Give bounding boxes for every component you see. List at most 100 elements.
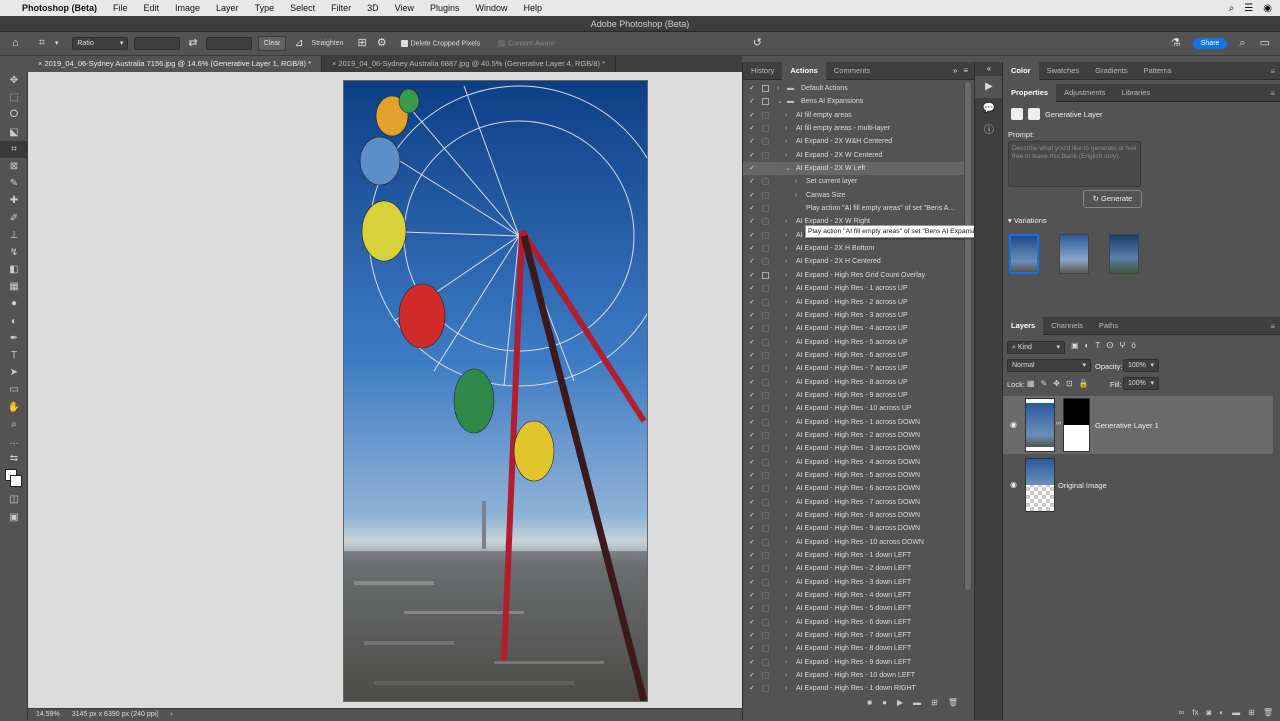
- dialog-toggle-icon[interactable]: [762, 351, 769, 359]
- action-row[interactable]: ✓ › AI Expand - High Res - 7 down LEFT: [743, 629, 965, 642]
- chevron-right-icon[interactable]: ›: [785, 389, 787, 402]
- menu-view[interactable]: View: [387, 3, 422, 13]
- menu-window[interactable]: Window: [468, 3, 516, 13]
- check-icon[interactable]: ✓: [749, 562, 755, 575]
- chevron-right-icon[interactable]: ›: [785, 242, 787, 255]
- check-icon[interactable]: ✓: [749, 322, 755, 335]
- crop-tool-icon[interactable]: ⌗: [37, 38, 47, 49]
- reset-icon[interactable]: ↺: [751, 38, 764, 49]
- type-tool-icon[interactable]: T: [0, 347, 28, 364]
- action-row[interactable]: ✓ › AI Expand - High Res - 6 across DOWN: [743, 482, 965, 495]
- check-icon[interactable]: ✓: [749, 255, 755, 268]
- check-icon[interactable]: ✓: [749, 95, 755, 108]
- chevron-right-icon[interactable]: ›: [785, 549, 787, 562]
- workspace-icon[interactable]: ▭: [1258, 38, 1272, 49]
- layer-name[interactable]: Original Image: [1058, 481, 1107, 490]
- zoom-readout[interactable]: 14.59%: [36, 709, 60, 720]
- actions-scrollbar[interactable]: [964, 82, 972, 590]
- link-icon[interactable]: ∞: [1056, 420, 1061, 427]
- chevron-right-icon[interactable]: ›: [795, 175, 797, 188]
- new-layer-icon[interactable]: ⊞: [1248, 708, 1255, 717]
- dialog-toggle-icon[interactable]: [762, 578, 769, 586]
- new-action-icon[interactable]: ⊞: [931, 698, 938, 707]
- check-icon[interactable]: ✓: [749, 162, 755, 175]
- chevron-right-icon[interactable]: ›: [785, 309, 787, 322]
- action-row[interactable]: ✓ › AI Expand - High Res - 3 down LEFT: [743, 576, 965, 589]
- dialog-toggle-icon[interactable]: [762, 605, 769, 613]
- dialog-toggle-icon[interactable]: [762, 165, 769, 173]
- opacity-field[interactable]: 100% ▾: [1123, 359, 1159, 372]
- eye-icon[interactable]: ◉: [1010, 420, 1017, 429]
- action-row[interactable]: ✓ › AI Expand - 2X W Centered: [743, 149, 965, 162]
- chevron-right-icon[interactable]: ›: [785, 482, 787, 495]
- chevron-right-icon[interactable]: ›: [785, 135, 787, 148]
- straighten-icon[interactable]: ⊿: [292, 38, 305, 49]
- action-row[interactable]: ✓ › AI Expand - High Res - 3 across DOWN: [743, 442, 965, 455]
- check-icon[interactable]: ✓: [749, 629, 755, 642]
- layer-filter-select[interactable]: ⌕ Kind ▾: [1007, 341, 1065, 354]
- chevron-right-icon[interactable]: ›: [785, 362, 787, 375]
- menu-select[interactable]: Select: [282, 3, 323, 13]
- blend-mode-select[interactable]: Normal ▾: [1007, 359, 1091, 372]
- fx-icon[interactable]: fx: [1192, 708, 1198, 717]
- eraser-tool-icon[interactable]: ◧: [0, 261, 28, 278]
- menu-layer[interactable]: Layer: [208, 3, 247, 13]
- app-menu[interactable]: Photoshop (Beta): [16, 3, 105, 13]
- menu-edit[interactable]: Edit: [136, 3, 168, 13]
- check-icon[interactable]: ✓: [749, 496, 755, 509]
- dialog-toggle-icon[interactable]: [762, 178, 769, 186]
- adjustment-layer-icon[interactable]: ◐: [1219, 708, 1224, 717]
- chevron-right-icon[interactable]: ›: [785, 602, 787, 615]
- tab-history[interactable]: History: [743, 62, 782, 80]
- rectangle-tool-icon[interactable]: ▭: [0, 381, 28, 398]
- actions-play-icon[interactable]: ▶: [975, 76, 1003, 98]
- zoom-tool-icon[interactable]: ⌕: [0, 416, 28, 433]
- dialog-toggle-icon[interactable]: [762, 311, 769, 319]
- action-row[interactable]: ✓ › AI Expand - High Res - 5 across UP: [743, 336, 965, 349]
- background-color-swatch[interactable]: [10, 475, 22, 488]
- dialog-toggle-icon[interactable]: [762, 431, 769, 439]
- chevron-right-icon[interactable]: ›: [171, 709, 173, 720]
- link-layers-icon[interactable]: ∞: [1179, 708, 1185, 717]
- tab-gradients[interactable]: Gradients: [1087, 62, 1136, 80]
- tab-swatches[interactable]: Swatches: [1039, 62, 1088, 80]
- action-row[interactable]: ✓ › AI Expand - High Res Grid Count Overla…: [743, 269, 965, 282]
- action-row[interactable]: ✓ › AI Expand - High Res - 5 down LEFT: [743, 602, 965, 615]
- dialog-toggle-icon[interactable]: [762, 391, 769, 399]
- quick-mask-icon[interactable]: ◫: [0, 491, 28, 508]
- gradient-tool-icon[interactable]: ▦: [0, 278, 28, 295]
- check-icon[interactable]: ✓: [749, 82, 755, 95]
- action-row[interactable]: ✓ › AI Expand - High Res - 9 down LEFT: [743, 656, 965, 669]
- check-icon[interactable]: ✓: [749, 442, 755, 455]
- check-icon[interactable]: ✓: [749, 349, 755, 362]
- panel-menu-icon[interactable]: ≡: [1270, 67, 1275, 76]
- action-row[interactable]: ✓ › AI Expand - High Res - 8 across DOWN: [743, 509, 965, 522]
- dialog-toggle-icon[interactable]: [762, 672, 769, 680]
- check-icon[interactable]: ✓: [749, 669, 755, 682]
- dialog-toggle-icon[interactable]: [762, 218, 769, 226]
- action-row[interactable]: ✓ › AI Expand - 2X W&H Centered: [743, 135, 965, 148]
- layer-name[interactable]: Generative Layer 1: [1095, 421, 1159, 430]
- action-row[interactable]: ✓ › AI Expand - High Res - 4 down LEFT: [743, 589, 965, 602]
- check-icon[interactable]: ✓: [749, 482, 755, 495]
- panel-menu-icon[interactable]: ≡: [1270, 322, 1275, 331]
- chevron-right-icon[interactable]: ›: [785, 562, 787, 575]
- variation-thumbnail-3[interactable]: [1109, 234, 1139, 274]
- dialog-toggle-icon[interactable]: [762, 525, 769, 533]
- chevron-right-icon[interactable]: ›: [785, 496, 787, 509]
- action-row[interactable]: ✓ › Canvas Size: [743, 189, 965, 202]
- action-row[interactable]: ✓ › AI Expand - High Res - 9 across UP: [743, 389, 965, 402]
- lasso-tool-icon[interactable]: ⵔ: [0, 106, 28, 123]
- trash-icon[interactable]: 🗑: [1263, 708, 1273, 717]
- generate-button[interactable]: ↻ Generate: [1083, 190, 1142, 208]
- lock-icons[interactable]: ▦✎✥⊡🔒: [1027, 379, 1095, 388]
- layer-row[interactable]: ◉ ∞ Generative Layer 1: [1003, 396, 1273, 454]
- layer-mask-thumbnail[interactable]: [1063, 398, 1090, 452]
- check-icon[interactable]: ✓: [749, 362, 755, 375]
- check-icon[interactable]: ✓: [749, 376, 755, 389]
- check-icon[interactable]: ✓: [749, 416, 755, 429]
- group-folder-icon[interactable]: ▬: [1232, 708, 1240, 717]
- menu-help[interactable]: Help: [516, 3, 551, 13]
- dodge-tool-icon[interactable]: ◐: [0, 313, 28, 330]
- chevron-right-icon[interactable]: ›: [785, 376, 787, 389]
